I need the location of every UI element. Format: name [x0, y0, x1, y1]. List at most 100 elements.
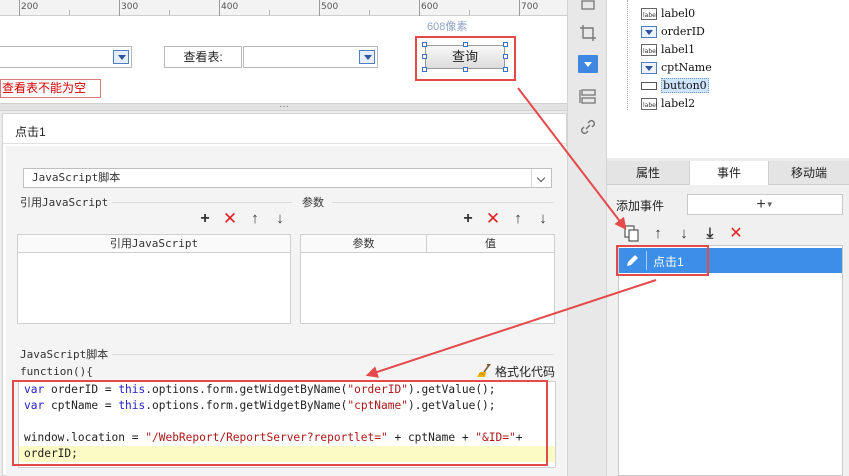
delete-param-button[interactable]: ✕ [484, 210, 502, 228]
tree-item-button0[interactable]: button0 [641, 77, 709, 94]
params-table[interactable]: 参数 值 [300, 234, 555, 324]
form-design-canvas[interactable]: 200 300 400 500 600 700 查看表: 608像素 查询 查看… [0, 0, 567, 103]
function-header: function(){ [20, 365, 93, 378]
combobox-icon [641, 62, 657, 74]
svg-text:label: label [643, 102, 657, 109]
resize-handle[interactable] [463, 67, 468, 72]
param-name-column-header: 参数 [301, 235, 427, 253]
order-id-combobox[interactable] [0, 46, 132, 68]
panel-header: 点击1 [3, 114, 568, 144]
ruler-label: 700 [521, 2, 539, 12]
tree-item-label2[interactable]: label label2 [641, 95, 695, 112]
ruler-label: 300 [121, 2, 139, 12]
panel-title: 点击1 [15, 125, 46, 139]
ref-js-table[interactable]: 引用JavaScript [17, 234, 291, 324]
resize-handle[interactable] [422, 42, 427, 47]
svg-text:label: label [643, 12, 657, 19]
ruler-label: 500 [321, 2, 339, 12]
ruler-tick [219, 0, 220, 16]
format-code-label: 格式化代码 [495, 365, 556, 379]
resize-handle[interactable] [503, 54, 508, 59]
script-type-select[interactable]: JavaScript脚本 [23, 168, 552, 188]
cpt-name-combobox[interactable] [243, 46, 378, 68]
add-param-button[interactable]: + [459, 210, 477, 228]
ruler-tick [119, 0, 120, 16]
move-down-button[interactable]: ↓ [675, 225, 693, 243]
tree-item-label0[interactable]: label label0 [641, 5, 695, 22]
ruler-minor-tick [469, 10, 470, 15]
button-icon [641, 82, 657, 90]
tree-item-order-id[interactable]: orderID [641, 23, 705, 40]
section-divider [332, 202, 554, 203]
tab-properties[interactable]: 属性 [607, 161, 689, 185]
move-down-button[interactable]: ↓ [534, 210, 552, 228]
widget-tree[interactable]: label label0 orderID label label1 cptName … [607, 0, 849, 158]
move-up-button[interactable]: ↑ [509, 210, 527, 228]
resize-handle[interactable] [422, 67, 427, 72]
combobox-widget-icon[interactable] [578, 55, 598, 73]
highlight-box [12, 380, 548, 466]
section-divider [112, 202, 292, 203]
tree-item-label1[interactable]: label label1 [641, 41, 695, 58]
move-bottom-button[interactable]: ⤓ [701, 225, 719, 243]
label-icon: label [641, 44, 657, 56]
info-icon[interactable] [579, 0, 597, 18]
ruler-tick [519, 0, 520, 16]
format-code-button[interactable]: 格式化代码 [476, 363, 555, 380]
panel-splitter[interactable]: ··· [0, 102, 567, 112]
add-ref-js-button[interactable]: + [196, 210, 214, 228]
move-up-button[interactable]: ↑ [649, 225, 667, 243]
ruler-label: 200 [21, 2, 39, 12]
tree-item-cpt-name[interactable]: cptName [641, 59, 712, 76]
add-event-button[interactable]: +▼ [687, 194, 843, 215]
event-list[interactable]: 点击1 [618, 245, 843, 476]
ref-js-column-header: 引用JavaScript [18, 235, 290, 253]
dropdown-arrow-icon[interactable] [113, 50, 129, 64]
params-section-label: 参数 [302, 196, 324, 209]
ruler-minor-tick [269, 10, 270, 15]
move-up-button[interactable]: ↑ [246, 210, 264, 228]
horizontal-ruler: 200 300 400 500 600 700 [0, 0, 567, 16]
label-icon: label [641, 8, 657, 20]
move-down-button[interactable]: ↓ [271, 210, 289, 228]
param-value-column-header: 值 [427, 235, 554, 253]
ruler-minor-tick [169, 10, 170, 15]
grip-icon[interactable]: ··· [277, 102, 291, 112]
chevron-down-icon[interactable] [531, 169, 551, 187]
event-side-panel: 添加事件 +▼ ↑ ↓ ⤓ ✕ 点击1 [607, 185, 849, 476]
ruler-label: 400 [221, 2, 239, 12]
ruler-tick [419, 0, 420, 16]
resize-handle[interactable] [503, 42, 508, 47]
dropdown-arrow-icon[interactable] [359, 50, 375, 64]
script-section-label: JavaScript脚本 [20, 348, 109, 361]
delete-event-button[interactable]: ✕ [727, 225, 745, 243]
query-table-label: 查看表: [164, 46, 242, 68]
ref-js-section-label: 引用JavaScript [20, 196, 109, 209]
tab-mobile[interactable]: 移动端 [769, 161, 849, 185]
section-divider [112, 354, 554, 355]
delete-ref-js-button[interactable]: ✕ [221, 210, 239, 228]
size-tooltip: 608像素 [427, 21, 468, 33]
vertical-toolbar [567, 0, 607, 476]
resize-handle[interactable] [503, 67, 508, 72]
ruler-tick [319, 0, 320, 16]
crop-icon[interactable] [579, 24, 597, 42]
ruler-minor-tick [369, 10, 370, 15]
add-event-label: 添加事件 [616, 199, 665, 213]
layout-icon[interactable] [579, 88, 597, 106]
script-type-value: JavaScript脚本 [32, 171, 121, 184]
ruler-tick [19, 0, 20, 16]
query-button[interactable]: 查询 [425, 45, 505, 69]
chevron-down-icon: ▼ [765, 200, 774, 209]
highlight-box [616, 245, 709, 276]
copy-icon[interactable] [623, 225, 641, 243]
resize-handle[interactable] [463, 42, 468, 47]
resize-handle[interactable] [422, 54, 427, 59]
tab-events[interactable]: 事件 [689, 161, 769, 185]
broom-icon [477, 364, 491, 377]
ruler-label: 600 [421, 2, 439, 12]
plus-icon: + [756, 196, 766, 213]
property-tabs: 属性 事件 移动端 [607, 161, 849, 185]
tree-guide-line [627, 0, 628, 110]
link-icon[interactable] [579, 118, 597, 136]
